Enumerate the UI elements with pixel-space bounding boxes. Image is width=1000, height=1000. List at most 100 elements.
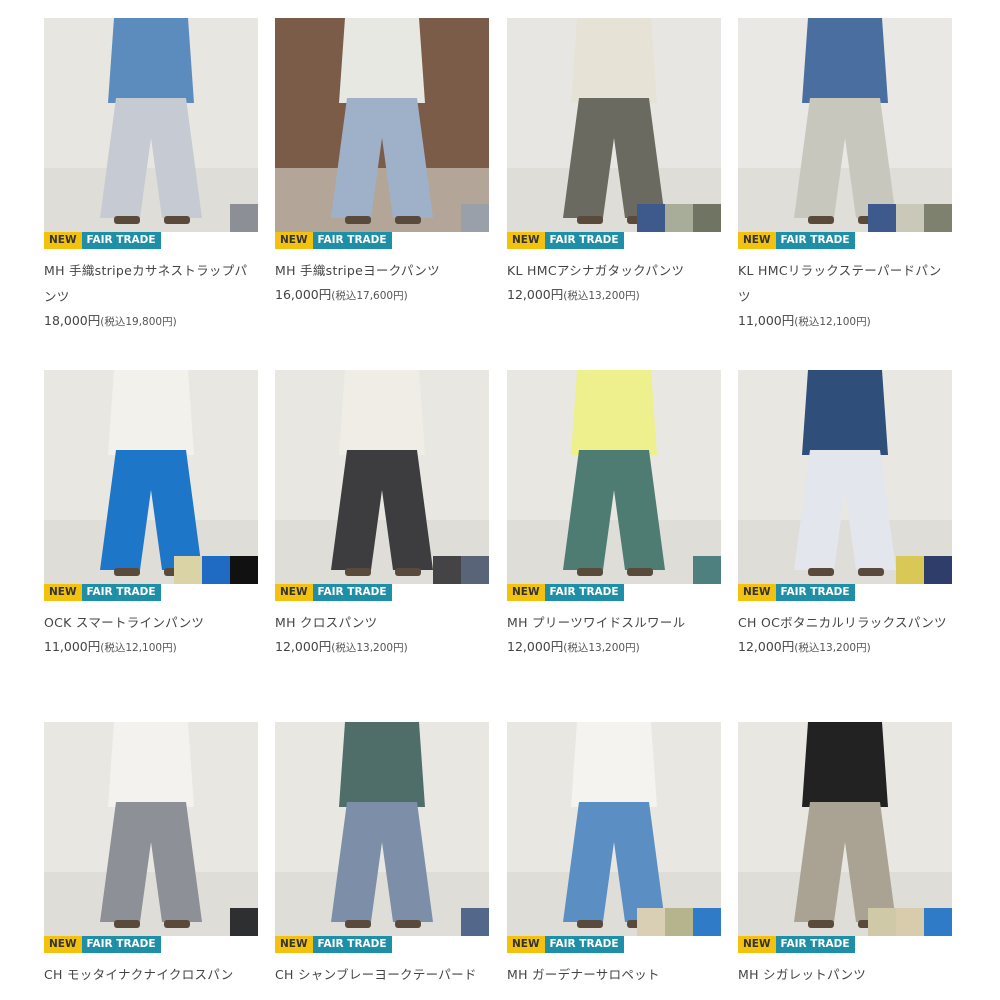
new-badge: NEW — [44, 584, 82, 601]
product-name[interactable]: MH ガーデナーサロペット — [507, 962, 721, 988]
product-card[interactable]: NEW FAIR TRADE MH 手織stripeカサネストラップパンツ 18,00… — [44, 18, 258, 333]
product-image[interactable] — [44, 722, 258, 936]
color-swatch[interactable] — [461, 556, 489, 584]
fair-trade-badge: FAIR TRADE — [81, 936, 161, 953]
color-swatch[interactable] — [637, 204, 665, 232]
color-swatch[interactable] — [693, 556, 721, 584]
product-grid: NEW FAIR TRADE MH 手織stripeカサネストラップパンツ 18,00… — [0, 0, 1000, 1000]
color-swatch[interactable] — [230, 908, 258, 936]
fair-trade-badge: FAIR TRADE — [775, 584, 855, 601]
color-swatch[interactable] — [230, 204, 258, 232]
product-image[interactable] — [507, 370, 721, 584]
color-swatch[interactable] — [924, 556, 952, 584]
color-swatch[interactable] — [461, 908, 489, 936]
badge-row: NEW FAIR TRADE — [738, 232, 952, 249]
color-swatches — [693, 556, 721, 584]
color-swatch[interactable] — [174, 556, 202, 584]
tax-included-price: (税込17,600円) — [331, 290, 408, 302]
badge-row: NEW FAIR TRADE — [275, 584, 489, 601]
product-image[interactable] — [507, 18, 721, 232]
color-swatch[interactable] — [924, 204, 952, 232]
product-price-row: 12,000円(税込13,200円) — [507, 636, 721, 659]
color-swatches — [461, 204, 489, 232]
product-name[interactable]: CH OCボタニカルリラックスパンツ — [738, 610, 952, 636]
product-image[interactable] — [275, 370, 489, 584]
color-swatch[interactable] — [896, 556, 924, 584]
product-image[interactable] — [738, 18, 952, 232]
tax-included-price: (税込19,800円) — [100, 316, 177, 328]
color-swatch[interactable] — [230, 556, 258, 584]
badge-row: NEW FAIR TRADE — [738, 936, 952, 953]
color-swatches — [461, 908, 489, 936]
product-name[interactable]: MH 手織stripeヨークパンツ — [275, 258, 489, 284]
color-swatches — [637, 908, 721, 936]
fair-trade-badge: FAIR TRADE — [544, 936, 624, 953]
fair-trade-badge: FAIR TRADE — [312, 584, 392, 601]
color-swatch[interactable] — [693, 204, 721, 232]
color-swatch[interactable] — [433, 556, 461, 584]
color-swatches — [230, 908, 258, 936]
product-image[interactable] — [275, 722, 489, 936]
product-price-row: 12,000円(税込13,200円) — [738, 636, 952, 659]
fair-trade-badge: FAIR TRADE — [312, 232, 392, 249]
color-swatch[interactable] — [868, 908, 896, 936]
product-image[interactable] — [44, 370, 258, 584]
product-image[interactable] — [507, 722, 721, 936]
product-name[interactable]: MH 手織stripeカサネストラップパンツ — [44, 258, 258, 310]
product-price-row: 11,000円(税込12,100円) — [44, 636, 258, 659]
new-badge: NEW — [507, 936, 545, 953]
color-swatches — [230, 204, 258, 232]
color-swatch[interactable] — [461, 204, 489, 232]
color-swatch[interactable] — [202, 556, 230, 584]
product-name[interactable]: MH クロスパンツ — [275, 610, 489, 636]
fair-trade-badge: FAIR TRADE — [544, 232, 624, 249]
product-card[interactable]: NEW FAIR TRADE CH シャンブレーヨークテーパード — [275, 722, 489, 988]
product-card[interactable]: NEW FAIR TRADE CH モッタイナクナイクロスパン — [44, 722, 258, 988]
product-price-row: 11,000円(税込12,100円) — [738, 310, 952, 333]
fair-trade-badge: FAIR TRADE — [775, 232, 855, 249]
product-name[interactable]: OCK スマートラインパンツ — [44, 610, 258, 636]
product-card[interactable]: NEW FAIR TRADE KL HMCアシナガタックパンツ 12,000円(税込1… — [507, 18, 721, 307]
color-swatch[interactable] — [693, 908, 721, 936]
product-name[interactable]: KL HMCアシナガタックパンツ — [507, 258, 721, 284]
new-badge: NEW — [507, 584, 545, 601]
product-card[interactable]: NEW FAIR TRADE OCK スマートラインパンツ 11,000円(税込12,… — [44, 370, 258, 659]
new-badge: NEW — [44, 936, 82, 953]
color-swatch[interactable] — [896, 908, 924, 936]
product-image[interactable] — [738, 722, 952, 936]
product-price: 18,000円 — [44, 313, 101, 328]
product-card[interactable]: NEW FAIR TRADE MH 手織stripeヨークパンツ 16,000円(税込… — [275, 18, 489, 307]
fair-trade-badge: FAIR TRADE — [81, 584, 161, 601]
color-swatch[interactable] — [665, 204, 693, 232]
product-image[interactable] — [738, 370, 952, 584]
new-badge: NEW — [44, 232, 82, 249]
product-image[interactable] — [275, 18, 489, 232]
product-price-row: 12,000円(税込13,200円) — [275, 636, 489, 659]
product-card[interactable]: NEW FAIR TRADE MH ガーデナーサロペット — [507, 722, 721, 988]
fair-trade-badge: FAIR TRADE — [312, 936, 392, 953]
color-swatch[interactable] — [665, 908, 693, 936]
product-price-row: 18,000円(税込19,800円) — [44, 310, 258, 333]
product-price: 12,000円 — [275, 639, 332, 654]
color-swatch[interactable] — [924, 908, 952, 936]
badge-row: NEW FAIR TRADE — [44, 232, 258, 249]
product-name[interactable]: CH モッタイナクナイクロスパン — [44, 962, 258, 988]
color-swatch[interactable] — [868, 204, 896, 232]
product-card[interactable]: NEW FAIR TRADE KL HMCリラックステーパードパンツ 11,000円(… — [738, 18, 952, 333]
badge-row: NEW FAIR TRADE — [507, 584, 721, 601]
new-badge: NEW — [738, 232, 776, 249]
product-price: 16,000円 — [275, 287, 332, 302]
product-name[interactable]: MH シガレットパンツ — [738, 962, 952, 988]
product-image[interactable] — [44, 18, 258, 232]
product-card[interactable]: NEW FAIR TRADE MH クロスパンツ 12,000円(税込13,200円) — [275, 370, 489, 659]
color-swatch[interactable] — [896, 204, 924, 232]
product-name[interactable]: CH シャンブレーヨークテーパード — [275, 962, 489, 988]
product-card[interactable]: NEW FAIR TRADE MH プリーツワイドスルワール 12,000円(税込13… — [507, 370, 721, 659]
product-card[interactable]: NEW FAIR TRADE CH OCボタニカルリラックスパンツ 12,000円(税… — [738, 370, 952, 659]
product-card[interactable]: NEW FAIR TRADE MH シガレットパンツ — [738, 722, 952, 988]
badge-row: NEW FAIR TRADE — [275, 936, 489, 953]
color-swatch[interactable] — [637, 908, 665, 936]
product-name[interactable]: MH プリーツワイドスルワール — [507, 610, 721, 636]
product-name[interactable]: KL HMCリラックステーパードパンツ — [738, 258, 952, 310]
color-swatches — [433, 556, 489, 584]
